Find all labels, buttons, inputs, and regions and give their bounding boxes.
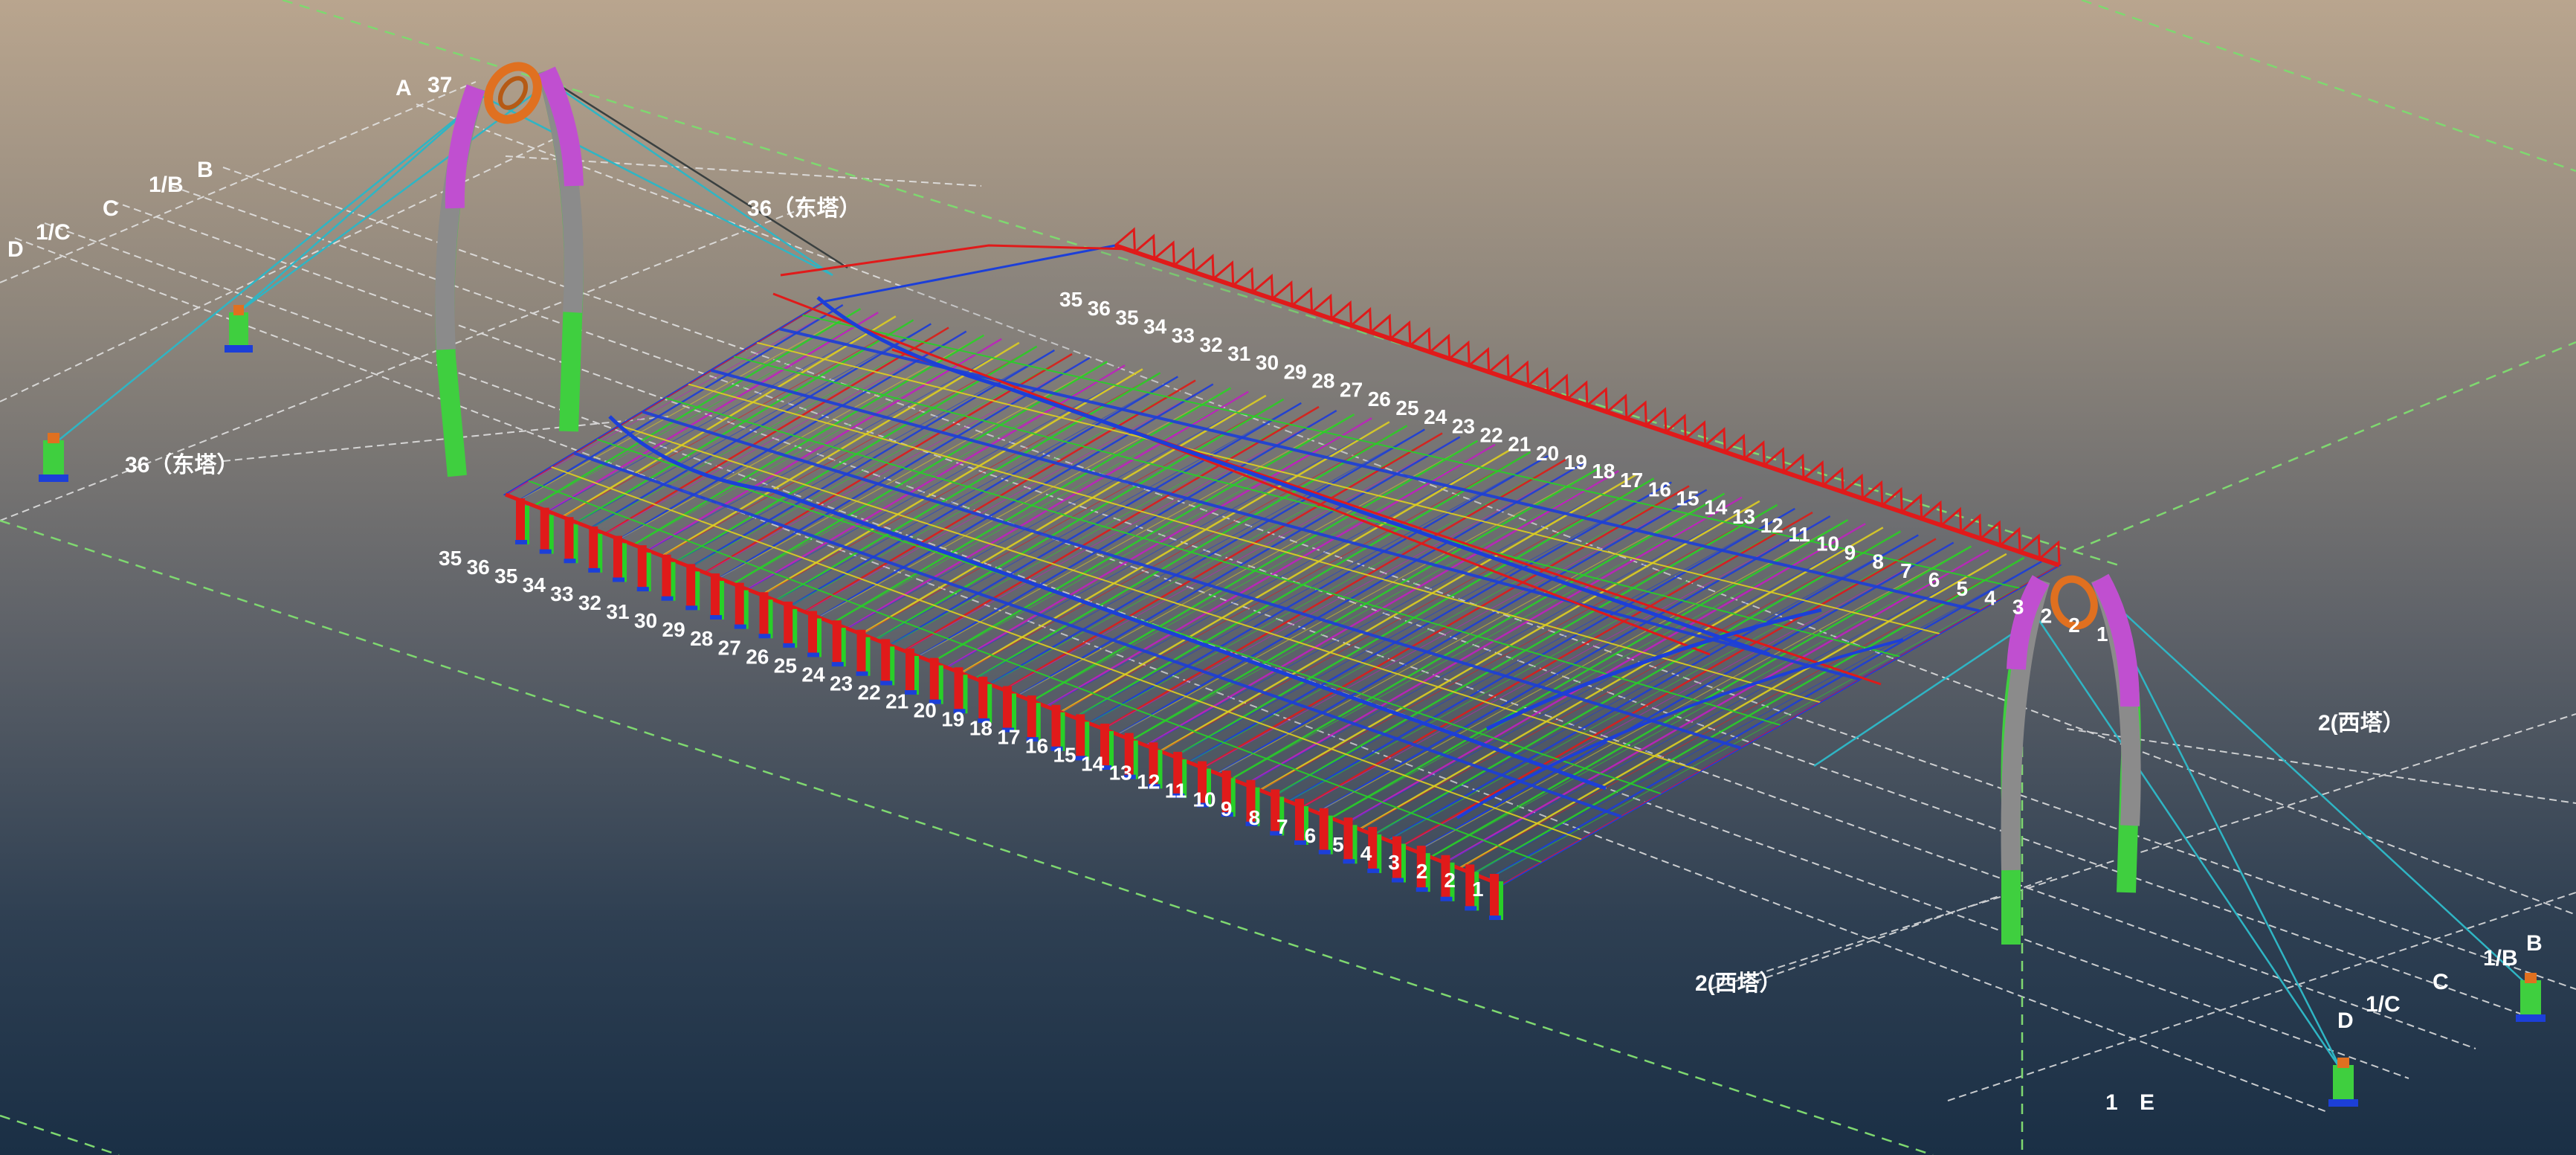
- grid-number: 15: [1676, 487, 1699, 510]
- axis-label-e: E: [2140, 1090, 2154, 1115]
- axis-label-b-left: B: [197, 158, 213, 182]
- grid-number: 36: [1088, 297, 1111, 320]
- grid-number: 8: [1872, 550, 1884, 573]
- grid-number: 2: [2041, 605, 2053, 628]
- grid-number: 2: [2068, 614, 2080, 637]
- axis-label-d-left: D: [7, 237, 24, 262]
- grid-number: 33: [1172, 324, 1195, 347]
- grid-number: 35: [439, 547, 462, 570]
- grid-number: 13: [1732, 505, 1755, 528]
- grid-number: 18: [969, 717, 992, 740]
- axis-label-1: 1: [2105, 1090, 2118, 1115]
- grid-number: 25: [1395, 396, 1418, 419]
- grid-number: 10: [1816, 532, 1839, 555]
- axis-label-1b-left: 1/B: [149, 173, 184, 197]
- grid-number: 29: [662, 618, 685, 641]
- grid-number: 1: [2096, 622, 2108, 646]
- axis-label-b-right: B: [2526, 931, 2543, 956]
- grid-number: 6: [1928, 568, 1940, 591]
- grid-number: 24: [801, 663, 825, 686]
- grid-number: 12: [1137, 770, 1160, 794]
- grid-number: 33: [550, 582, 573, 605]
- axis-label-a: A: [396, 76, 412, 100]
- grid-number: 31: [606, 600, 629, 623]
- grid-number: 19: [1564, 451, 1587, 474]
- grid-number: 30: [634, 609, 657, 632]
- grid-number: 35: [494, 564, 517, 588]
- grid-number: 3: [1388, 851, 1400, 874]
- grid-number: 12: [1760, 514, 1783, 537]
- grid-number: 35: [1059, 288, 1082, 311]
- grid-number: 26: [746, 645, 769, 668]
- axis-label-1c-right: 1/C: [2366, 992, 2401, 1017]
- grid-number: 7: [1900, 559, 1912, 582]
- grid-number: 27: [718, 636, 741, 659]
- grid-number: 32: [578, 591, 601, 614]
- grid-number: 27: [1340, 379, 1363, 402]
- grid-number: 3: [2012, 596, 2024, 619]
- grid-number: 19: [941, 707, 964, 730]
- grid-number: 11: [1788, 523, 1810, 546]
- structure-3d-view[interactable]: A 37 B 1/B C 1/C D 36（东塔） 36（东塔） 2(西塔） 2…: [0, 0, 2576, 1155]
- grid-number: 36: [467, 556, 490, 579]
- roof-structure: [503, 243, 2062, 887]
- grid-number: 5: [1956, 577, 1968, 600]
- grid-number: 1: [1472, 878, 1484, 901]
- grid-number: 14: [1081, 753, 1105, 776]
- axis-label-c-right: C: [2433, 970, 2449, 994]
- grid-number: 9: [1844, 541, 1856, 564]
- grid-number: 7: [1276, 815, 1288, 838]
- grid-number: 13: [1109, 762, 1132, 785]
- grid-number: 35: [1115, 306, 1138, 329]
- grid-number: 23: [1452, 414, 1475, 437]
- grid-number: 4: [1984, 586, 1996, 609]
- grid-number: 10: [1192, 788, 1216, 811]
- grid-number: 6: [1305, 824, 1317, 847]
- grid-number: 25: [774, 654, 797, 677]
- grid-number: 20: [914, 698, 937, 721]
- grid-number: 2: [1416, 860, 1428, 883]
- grid-number: 23: [830, 672, 853, 695]
- grid-number: 4: [1360, 842, 1372, 865]
- grid-number: 30: [1256, 351, 1279, 374]
- grid-number: 21: [885, 689, 908, 712]
- grid-number: 18: [1592, 460, 1615, 483]
- grid-number: 34: [523, 573, 546, 596]
- grid-number: 34: [1143, 315, 1167, 338]
- grid-number: 22: [1480, 423, 1503, 446]
- grid-number: 28: [1311, 369, 1334, 392]
- grid-number: 29: [1284, 360, 1307, 383]
- grid-number: 16: [1025, 735, 1048, 758]
- axis-label-2-bottom: 2(西塔）: [1695, 971, 1782, 996]
- axis-label-36-left: 36（东塔）: [125, 452, 239, 477]
- grid-number: 2: [1444, 869, 1456, 892]
- grid-number: 21: [1508, 433, 1531, 456]
- axis-label-d-right: D: [2337, 1008, 2354, 1033]
- grid-number: 32: [1200, 333, 1223, 356]
- grid-number: 24: [1424, 405, 1447, 428]
- grid-number: 11: [1165, 779, 1187, 802]
- grid-number: 15: [1053, 744, 1076, 767]
- grid-number: 31: [1227, 342, 1250, 365]
- grid-number: 9: [1221, 797, 1233, 820]
- grid-number: 26: [1368, 387, 1391, 411]
- grid-number: 8: [1248, 806, 1260, 829]
- grid-number: 5: [1332, 833, 1344, 856]
- axis-label-1b-right: 1/B: [2483, 946, 2518, 971]
- east-tower: [435, 62, 584, 477]
- grid-number: 22: [858, 681, 881, 704]
- model-viewport[interactable]: A 37 B 1/B C 1/C D 36（东塔） 36（东塔） 2(西塔） 2…: [0, 0, 2576, 1155]
- axis-label-c-left: C: [103, 196, 119, 221]
- axis-label-2-right: 2(西塔）: [2318, 710, 2405, 736]
- grid-number: 14: [1704, 496, 1728, 519]
- axis-label-36-top: 36（东塔）: [747, 196, 861, 221]
- axis-label-37: 37: [427, 73, 452, 97]
- grid-number: 28: [690, 627, 713, 650]
- grid-number: 20: [1536, 442, 1559, 465]
- grid-number: 17: [997, 726, 1020, 749]
- axis-label-1c-left: 1/C: [36, 220, 71, 245]
- grid-number: 16: [1648, 477, 1671, 501]
- grid-number: 17: [1620, 469, 1643, 492]
